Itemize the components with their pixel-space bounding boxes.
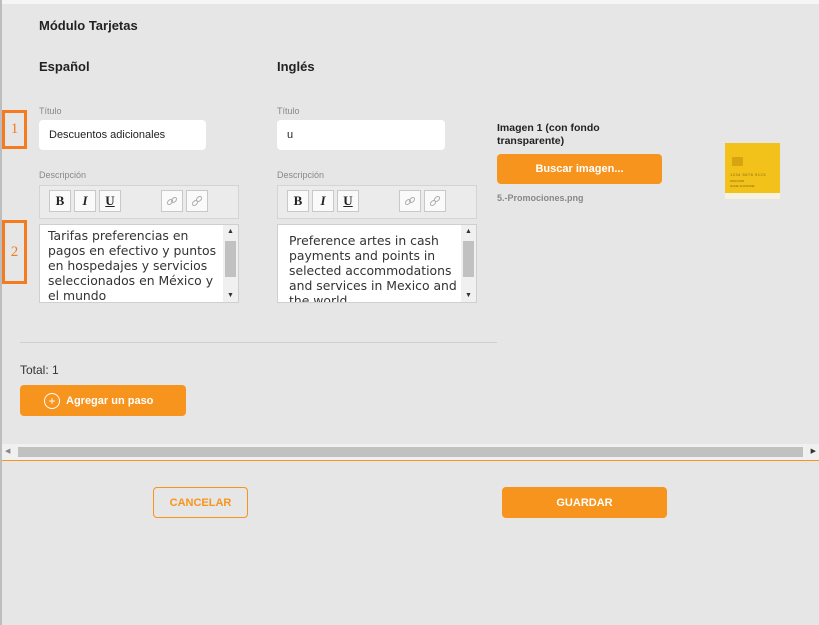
step-marker-2: 2 — [2, 220, 27, 284]
card-thumbnail: 1234 5678 9123 0000 0000 NAME SURNAME — [725, 143, 780, 199]
underline-button[interactable]: U — [99, 190, 121, 212]
scroll-down-icon[interactable]: ▼ — [223, 292, 238, 299]
english-heading: Inglés — [277, 59, 315, 74]
card-chip-icon — [732, 157, 743, 166]
spanish-description-text: Tarifas preferencias en pagos en efectiv… — [48, 228, 217, 303]
scroll-up-icon[interactable]: ▲ — [461, 228, 476, 235]
image-file-name: 5.-Promociones.png — [497, 193, 584, 203]
add-step-label: Agregar un paso — [66, 394, 154, 407]
unlink-icon[interactable] — [186, 190, 208, 212]
horizontal-scrollbar[interactable]: ◀ ▶ — [2, 444, 819, 460]
module-title: Módulo Tarjetas — [39, 18, 138, 33]
spanish-heading: Español — [39, 59, 90, 74]
scroll-thumb[interactable] — [463, 241, 474, 277]
unlink-icon[interactable] — [424, 190, 446, 212]
spanish-title-input[interactable] — [39, 120, 206, 150]
image-label: Imagen 1 (con fondo transparente) — [497, 122, 600, 147]
link-icon[interactable] — [161, 190, 183, 212]
scroll-up-icon[interactable]: ▲ — [223, 228, 238, 235]
english-description-label: Descripción — [277, 170, 325, 180]
cancel-button[interactable]: CANCELAR — [153, 487, 248, 518]
card-small-text-1: 0000 0000 — [730, 179, 745, 183]
spanish-description-label: Descripción — [39, 170, 87, 180]
steps-total: Total: 1 — [20, 363, 59, 377]
save-button[interactable]: GUARDAR — [502, 487, 667, 518]
bold-button[interactable]: B — [287, 190, 309, 212]
spanish-description-editor[interactable]: Tarifas preferencias en pagos en efectiv… — [39, 224, 239, 303]
modal-panel — [0, 0, 819, 625]
card-small-text-2: NAME SURNAME — [730, 184, 755, 188]
footer-divider — [2, 460, 819, 461]
scroll-right-icon[interactable]: ▶ — [811, 447, 816, 455]
section-divider — [20, 342, 497, 343]
scroll-down-icon[interactable]: ▼ — [461, 292, 476, 299]
english-description-text: Preference artes in cash payments and po… — [289, 233, 457, 303]
link-icon[interactable] — [399, 190, 421, 212]
english-title-label: Título — [277, 106, 300, 116]
english-description-editor[interactable]: Preference artes in cash payments and po… — [277, 224, 477, 303]
spanish-title-label: Título — [39, 106, 62, 116]
plus-circle-icon: + — [44, 392, 60, 409]
english-title-input[interactable] — [277, 120, 445, 150]
horizontal-scroll-thumb[interactable] — [18, 447, 803, 457]
scroll-thumb[interactable] — [225, 241, 236, 277]
italic-button[interactable]: I — [74, 190, 96, 212]
english-editor-scrollbar[interactable]: ▲ ▼ — [461, 225, 476, 302]
top-edge — [0, 0, 819, 4]
spanish-editor-scrollbar[interactable]: ▲ ▼ — [223, 225, 238, 302]
search-image-button[interactable]: Buscar imagen... — [497, 154, 662, 184]
left-edge — [0, 0, 2, 625]
spanish-editor-toolbar: B I U — [39, 185, 239, 219]
card-bottom-strip — [725, 193, 780, 199]
bold-button[interactable]: B — [49, 190, 71, 212]
underline-button[interactable]: U — [337, 190, 359, 212]
english-editor-toolbar: B I U — [277, 185, 477, 219]
italic-button[interactable]: I — [312, 190, 334, 212]
scroll-left-icon[interactable]: ◀ — [5, 447, 10, 455]
add-step-button[interactable]: + Agregar un paso — [20, 385, 186, 416]
card-number: 1234 5678 9123 — [730, 172, 766, 177]
step-marker-1: 1 — [2, 110, 27, 149]
